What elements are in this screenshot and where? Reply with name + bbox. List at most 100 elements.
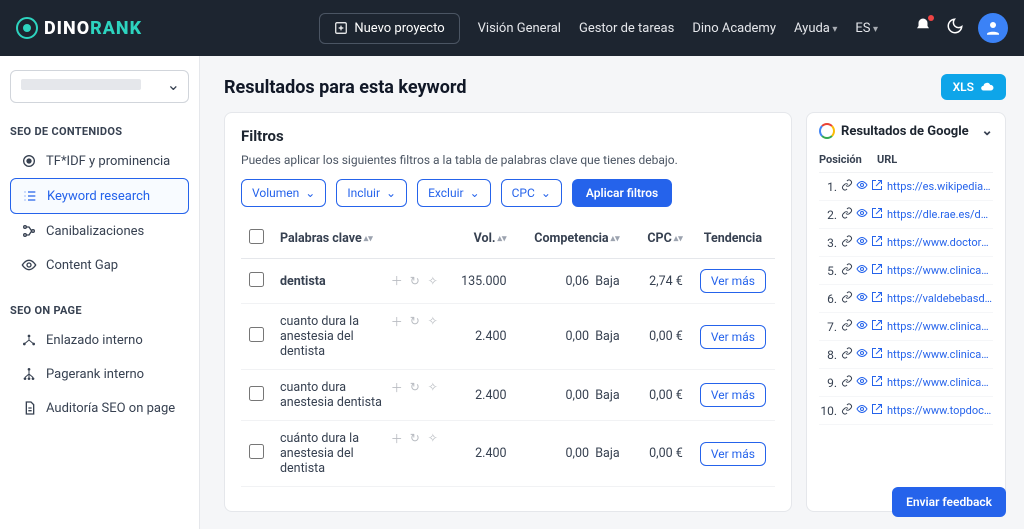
sidebar-item-enlazado[interactable]: Enlazado interno [10, 323, 189, 357]
filter-cpc[interactable]: CPC [501, 179, 562, 207]
ver-mas-button[interactable]: Ver más [700, 442, 766, 466]
eye-icon[interactable] [856, 263, 868, 278]
link-icon[interactable] [841, 207, 853, 222]
plus-icon[interactable]: ＋ [390, 314, 404, 328]
google-result-row: 3.https://www.doctoralia.e... [819, 229, 993, 257]
refresh-icon[interactable]: ↻ [408, 380, 422, 394]
eye-icon[interactable] [856, 319, 868, 334]
plus-icon[interactable]: ＋ [390, 274, 404, 288]
enviar-feedback-button[interactable]: Enviar feedback [892, 487, 1006, 517]
plus-icon[interactable]: ＋ [390, 431, 404, 445]
link-icon[interactable] [841, 263, 853, 278]
link-icon[interactable] [841, 319, 853, 334]
col-competencia[interactable]: Competencia [534, 231, 608, 246]
target-icon [20, 152, 38, 170]
result-url[interactable]: https://www.clinicapuyu... [887, 320, 993, 333]
eye-icon[interactable] [856, 235, 868, 250]
eye-icon[interactable] [856, 347, 868, 362]
ver-mas-button[interactable]: Ver más [700, 269, 766, 293]
project-select[interactable] [10, 70, 189, 103]
nav-vision-general[interactable]: Visión General [478, 21, 561, 36]
sidebar-item-label: Canibalizaciones [46, 224, 144, 239]
external-link-icon[interactable] [871, 347, 883, 362]
row-action-icons[interactable]: ＋ ↻ ✧ [390, 314, 440, 328]
row-checkbox[interactable] [249, 272, 264, 287]
eye-icon[interactable] [856, 207, 868, 222]
result-url[interactable]: https://valdebebasdental... [887, 292, 993, 305]
sidebar-item-auditoria[interactable]: Auditoría SEO on page [10, 391, 189, 425]
link-icon[interactable] [841, 179, 853, 194]
logo-eye-icon [16, 17, 38, 39]
nav-ayuda[interactable]: Ayuda [794, 21, 837, 36]
nav-gestor-tareas[interactable]: Gestor de tareas [579, 21, 674, 36]
row-action-icons[interactable]: ＋ ↻ ✧ [390, 431, 440, 445]
external-link-icon[interactable] [871, 319, 883, 334]
apply-filters-button[interactable]: Aplicar filtros [572, 179, 672, 207]
result-url[interactable]: https://es.wikipedia.org/... [887, 180, 993, 193]
row-checkbox[interactable] [249, 444, 264, 459]
row-action-icons[interactable]: ＋ ↻ ✧ [390, 380, 440, 394]
sidebar-item-tfidf[interactable]: TF*IDF y prominencia [10, 144, 189, 178]
result-url[interactable]: https://www.clinicadenta... [887, 348, 993, 361]
nuevo-proyecto-button[interactable]: Nuevo proyecto [319, 13, 459, 44]
link-icon[interactable] [841, 403, 853, 418]
result-url[interactable]: https://www.topdoctors.e... [887, 404, 993, 417]
row-checkbox[interactable] [249, 386, 264, 401]
result-url[interactable]: https://www.clinicasuax.c... [887, 264, 993, 277]
external-link-icon[interactable] [871, 235, 883, 250]
competencia-cell: 0,00 Baja [515, 304, 628, 370]
link-icon[interactable] [841, 347, 853, 362]
eye-icon[interactable] [856, 179, 868, 194]
external-link-icon[interactable] [871, 403, 883, 418]
filters-and-table: Filtros Puedes aplicar los siguientes fi… [224, 112, 792, 512]
sidebar-item-pagerank[interactable]: Pagerank interno [10, 357, 189, 391]
moon-icon[interactable] [946, 17, 964, 39]
link-icon[interactable] [841, 235, 853, 250]
link-icon[interactable] [841, 375, 853, 390]
sidebar-item-keyword-research[interactable]: Keyword research [10, 178, 189, 214]
refresh-icon[interactable]: ↻ [408, 314, 422, 328]
bell-icon[interactable] [914, 17, 932, 39]
sparkle-icon[interactable]: ✧ [426, 380, 440, 394]
eye-icon[interactable] [856, 291, 868, 306]
nav-dino-academy[interactable]: Dino Academy [692, 21, 776, 36]
sparkle-icon[interactable]: ✧ [426, 314, 440, 328]
refresh-icon[interactable]: ↻ [408, 431, 422, 445]
nav-lang[interactable]: ES [855, 21, 878, 36]
result-url[interactable]: https://dle.rae.es/dentista [887, 208, 993, 221]
external-link-icon[interactable] [871, 179, 883, 194]
nuevo-proyecto-label: Nuevo proyecto [354, 21, 444, 36]
sidebar-item-content-gap[interactable]: Content Gap [10, 248, 189, 282]
ver-mas-button[interactable]: Ver más [700, 325, 766, 349]
external-link-icon[interactable] [871, 263, 883, 278]
sparkle-icon[interactable]: ✧ [426, 274, 440, 288]
refresh-icon[interactable]: ↻ [408, 274, 422, 288]
avatar[interactable] [978, 13, 1008, 43]
row-action-icons[interactable]: ＋ ↻ ✧ [390, 274, 440, 288]
eye-icon[interactable] [856, 375, 868, 390]
topbar: DINORANK Nuevo proyecto Visión General G… [0, 0, 1024, 56]
filter-excluir[interactable]: Excluir [417, 179, 491, 207]
sparkle-icon[interactable]: ✧ [426, 431, 440, 445]
logo[interactable]: DINORANK [16, 17, 142, 39]
col-palabras[interactable]: Palabras clave [280, 231, 362, 246]
ver-mas-button[interactable]: Ver más [700, 383, 766, 407]
filter-volumen[interactable]: Volumen [241, 179, 326, 207]
external-link-icon[interactable] [871, 291, 883, 306]
select-all-checkbox[interactable] [249, 229, 264, 244]
chevron-down-icon[interactable]: ⌄ [981, 123, 993, 139]
eye-icon[interactable] [856, 403, 868, 418]
competencia-cell: 0,00 Baja [515, 421, 628, 487]
col-cpc[interactable]: CPC [647, 231, 671, 246]
row-checkbox[interactable] [249, 327, 264, 342]
filter-incluir[interactable]: Incluir [336, 179, 407, 207]
external-link-icon[interactable] [871, 207, 883, 222]
external-link-icon[interactable] [871, 375, 883, 390]
sidebar-item-canibalizaciones[interactable]: Canibalizaciones [10, 214, 189, 248]
link-icon[interactable] [841, 291, 853, 306]
plus-icon[interactable]: ＋ [390, 380, 404, 394]
xls-export-button[interactable]: XLS [941, 74, 1006, 100]
result-url[interactable]: https://www.doctoralia.e... [887, 236, 993, 249]
result-url[interactable]: https://www.clinicadenta... [887, 376, 993, 389]
col-vol[interactable]: Vol. [474, 231, 496, 246]
